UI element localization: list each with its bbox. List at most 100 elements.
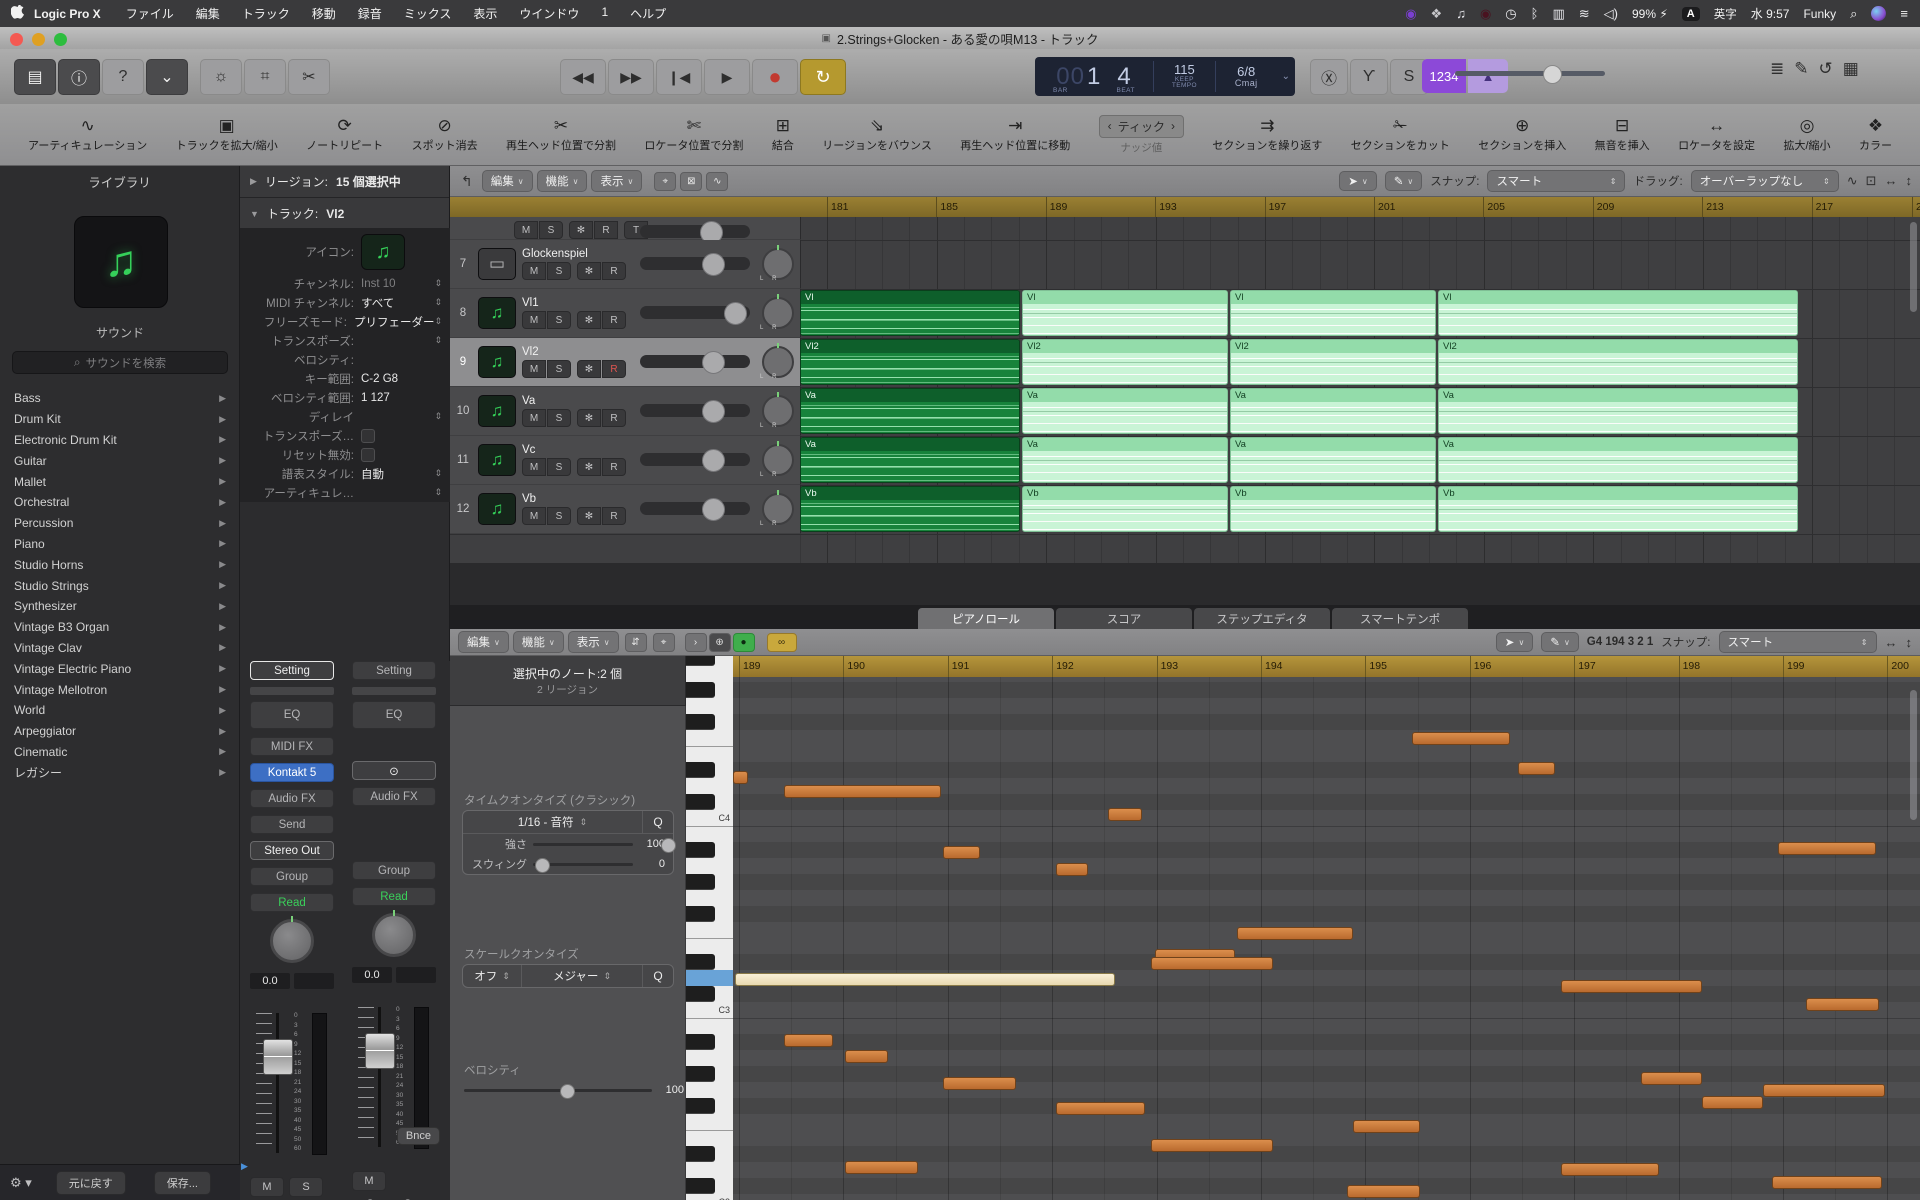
track-parameter-row[interactable]: ベロシティ範囲:1 127	[240, 388, 450, 407]
midi-note[interactable]	[943, 846, 980, 859]
midi-region[interactable]: Vb	[1022, 486, 1228, 532]
metronome-button[interactable]: ▲	[1468, 59, 1508, 93]
volume-slider[interactable]	[640, 355, 750, 368]
toolbar-item[interactable]: ⟳ノートリピート	[306, 117, 383, 153]
track-parameter-row[interactable]: アーティキュレ…⇕	[240, 483, 450, 502]
midi-region[interactable]: Va	[800, 388, 1020, 434]
black-key[interactable]	[686, 1034, 715, 1050]
region-inspector-header[interactable]: ▶ リージョン: 15 個選択中	[240, 166, 449, 198]
input-source-badge[interactable]: A	[1682, 7, 1700, 21]
slider-thumb[interactable]	[702, 449, 725, 472]
library-item[interactable]: Drum Kit▶	[0, 409, 240, 430]
black-key[interactable]	[686, 874, 715, 890]
library-item[interactable]: Arpeggiator▶	[0, 721, 240, 742]
snap-menu[interactable]: スマート⇕	[1487, 170, 1625, 192]
arrange-ruler[interactable]: 1811851891931972012052092132172	[450, 197, 1920, 218]
rewind-button[interactable]: ◀◀	[560, 59, 606, 95]
library-item[interactable]: Electronic Drum Kit▶	[0, 430, 240, 451]
freeze-button[interactable]: ✻	[577, 409, 601, 427]
track-parameter-row[interactable]: MIDI チャンネル:すべて⇕	[240, 293, 450, 312]
midi-region[interactable]: Va	[1230, 388, 1436, 434]
close-button[interactable]	[10, 33, 23, 46]
black-key[interactable]	[686, 842, 715, 858]
record-enable-button[interactable]: R	[602, 262, 626, 280]
midi-region[interactable]: Vl2	[1230, 339, 1436, 385]
mute-button[interactable]: M	[352, 1171, 386, 1191]
strip-slot-group[interactable]: Group	[250, 867, 334, 886]
track-button-✻[interactable]: ✻	[569, 221, 593, 239]
lcd-position[interactable]: 001 4 BAR BEAT	[1035, 57, 1153, 96]
fader-cap[interactable]	[365, 1033, 395, 1069]
nudge-value-box[interactable]: ‹ティック›	[1099, 115, 1184, 138]
track-parameter-row[interactable]: ベロシティ:	[240, 350, 450, 369]
strip-slot-send[interactable]: Send	[250, 815, 334, 834]
black-key[interactable]	[686, 794, 715, 810]
library-item[interactable]: Vintage B3 Organ▶	[0, 617, 240, 638]
midi-note[interactable]	[1056, 1102, 1145, 1115]
track-row[interactable]: 10♫VaMS✻RVaVaVaVa	[450, 387, 1920, 437]
crosshair-tool-icon[interactable]: ⌖	[654, 172, 676, 191]
black-key[interactable]	[686, 1146, 715, 1162]
record-enable-button[interactable]: R	[602, 507, 626, 525]
scale-root-menu[interactable]: オフ⇕	[463, 965, 522, 987]
volume-icon[interactable]: ◁)	[1604, 6, 1618, 22]
midi-note[interactable]	[845, 1050, 888, 1063]
midi-region[interactable]: Vb	[1230, 486, 1436, 532]
toolbar-item[interactable]: ⇉セクションを繰り返す	[1212, 117, 1322, 153]
menu-item[interactable]: 1	[590, 5, 619, 22]
slider-thumb[interactable]	[702, 400, 725, 423]
gain-value[interactable]	[396, 967, 436, 983]
stepper-icon[interactable]: ⇕	[434, 468, 444, 479]
minimize-button[interactable]	[32, 33, 45, 46]
midi-note[interactable]	[1518, 762, 1555, 775]
volume-value[interactable]: 0.0	[352, 967, 392, 983]
track-header[interactable]: 11♫VcMS✻R	[450, 436, 801, 484]
midi-region[interactable]: Vb	[800, 486, 1020, 532]
slider-thumb[interactable]	[560, 1084, 575, 1099]
midi-note[interactable]	[784, 785, 941, 798]
midi-note[interactable]	[1763, 1084, 1885, 1097]
track-parameter-row[interactable]: 譜表スタイル:自動⇕	[240, 464, 450, 483]
drag-menu[interactable]: オーバーラップなし⇕	[1691, 170, 1839, 192]
tab-ステップエディタ[interactable]: ステップエディタ	[1194, 608, 1330, 629]
record-enable-button[interactable]: R	[602, 458, 626, 476]
strip-slot-read[interactable]: Read	[250, 893, 334, 912]
black-key[interactable]	[686, 1066, 715, 1082]
nudge-right-icon[interactable]: ›	[1171, 119, 1175, 133]
library-item[interactable]: Guitar▶	[0, 450, 240, 471]
count-in-button[interactable]: 1234	[1422, 59, 1466, 93]
track-header[interactable]: 7▭GlockenspielMS✻R	[450, 240, 801, 288]
menu-item[interactable]: ヘルプ	[619, 5, 677, 22]
midi-region[interactable]: Va	[1438, 437, 1798, 483]
black-key[interactable]	[686, 986, 715, 1002]
toolbar-item[interactable]: ✁セクションをカット	[1351, 117, 1450, 153]
library-item[interactable]: Cinematic▶	[0, 742, 240, 763]
editor-menu-編集[interactable]: 編集∨	[458, 631, 509, 653]
apple-loops-icon[interactable]: ↺	[1819, 59, 1833, 79]
track-parameter-row[interactable]: ディレイ⇕	[240, 407, 450, 426]
slider-thumb[interactable]	[661, 838, 676, 853]
automation-icon[interactable]: ∿	[706, 172, 728, 191]
track-parameter-row[interactable]: トランスポーズ:⇕	[240, 331, 450, 350]
midi-region[interactable]: Vl2	[1438, 339, 1798, 385]
track-parameter-row[interactable]: トランスポーズ…	[240, 426, 450, 445]
lcd-tempo[interactable]: 115 KEEP TEMPO	[1154, 57, 1215, 96]
wifi-icon[interactable]: ≋	[1579, 6, 1590, 22]
airplay-audio-icon[interactable]: ♫	[1456, 6, 1466, 21]
library-search-input[interactable]: ⌕ サウンドを検索	[12, 351, 228, 374]
strip-slot-group[interactable]: Group	[352, 861, 436, 880]
track-row[interactable]: 12♫VbMS✻RVbVbVbVb	[450, 485, 1920, 535]
catch-playhead-icon[interactable]: ↰	[458, 173, 476, 190]
pan-knob[interactable]	[270, 919, 314, 963]
piano-roll-vscrollbar[interactable]	[1910, 690, 1917, 820]
mute-button[interactable]: M	[522, 458, 546, 476]
midi-region[interactable]: Va	[800, 437, 1020, 483]
pr-pencil-tool-menu[interactable]: ✎∨	[1541, 632, 1579, 652]
track-parameter-row[interactable]: リセット無効:	[240, 445, 450, 464]
midi-region[interactable]: Vl2	[1022, 339, 1228, 385]
pointer-tool-menu[interactable]: ➤∨	[1339, 171, 1377, 191]
dropbox-icon[interactable]: ❖	[1431, 6, 1443, 22]
strip-slot-eq[interactable]: EQ	[250, 701, 334, 729]
midi-note[interactable]	[1237, 927, 1353, 940]
parameter-checkbox[interactable]	[361, 429, 375, 443]
